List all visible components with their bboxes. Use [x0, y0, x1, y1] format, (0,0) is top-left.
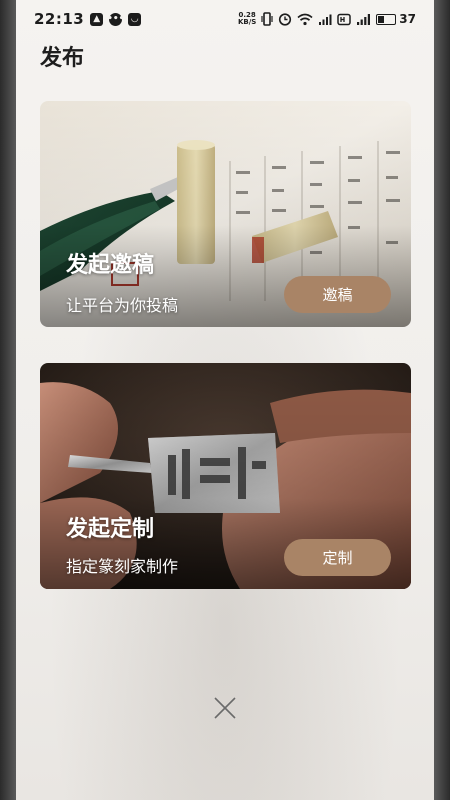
right-edge [434, 0, 450, 800]
custom-card[interactable]: 发起定制 指定篆刻家制作 定制 [40, 363, 411, 589]
custom-button[interactable]: 定制 [284, 539, 391, 576]
left-edge [0, 0, 16, 800]
invite-card-title: 发起邀稿 [66, 253, 155, 278]
net-speed: 0.28 KB/S [238, 12, 256, 26]
signal-4g-icon [319, 14, 332, 25]
notification-icon: ▲ [90, 12, 104, 26]
app-notification-icon: ◡ [128, 12, 142, 26]
hd-icon [337, 13, 352, 25]
status-time: 22:13 [34, 10, 85, 28]
alarm-icon [279, 13, 292, 26]
close-icon [214, 697, 236, 719]
battery-icon [376, 13, 397, 25]
wifi-icon [297, 13, 313, 25]
vibrate-icon [261, 12, 273, 26]
message-icon: ••• [107, 12, 125, 26]
page-title: 发布 [40, 46, 85, 71]
status-right: 0.28 KB/S 37 [238, 12, 416, 27]
close-button[interactable] [210, 693, 240, 723]
battery: 37 [376, 12, 416, 26]
signal-icon [357, 13, 371, 25]
invite-card[interactable]: 发起邀稿 让平台为你投稿 邀稿 [40, 101, 411, 327]
custom-card-title: 发起定制 [66, 517, 155, 542]
app-screen: 22:13 ▲ ••• ◡ 0.28 KB/S 37 发布 发起邀稿 让平台为你… [0, 0, 450, 800]
status-left: 22:13 ▲ ••• ◡ [34, 10, 142, 28]
invite-card-subtitle: 让平台为你投稿 [66, 296, 179, 315]
net-speed-unit: KB/S [237, 18, 257, 26]
invite-button[interactable]: 邀稿 [284, 276, 391, 313]
status-bar: 22:13 ▲ ••• ◡ 0.28 KB/S 37 [16, 0, 434, 38]
custom-card-subtitle: 指定篆刻家制作 [66, 557, 179, 576]
battery-level: 37 [399, 12, 416, 26]
